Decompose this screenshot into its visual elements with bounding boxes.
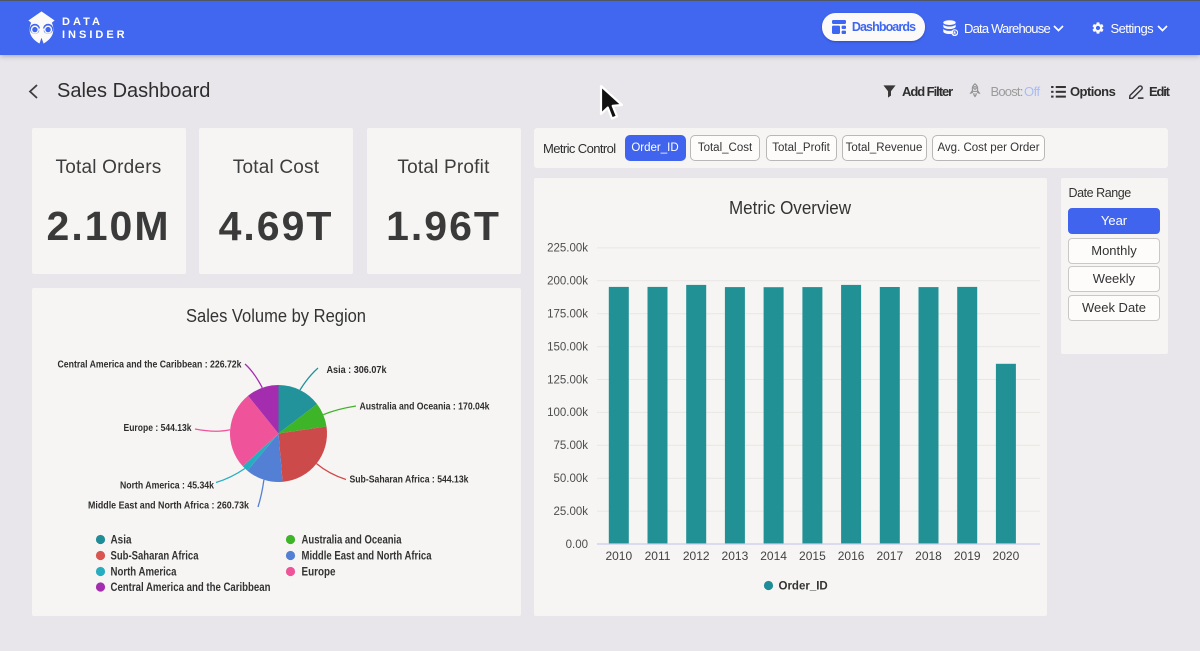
svg-text:Order_ID: Order_ID [779, 581, 828, 593]
svg-text:Central America and the Caribb: Central America and the Caribbean [110, 582, 270, 594]
svg-text:2018: 2018 [915, 549, 942, 563]
svg-text:Central America and the Caribb: Central America and the Caribbean : 226.… [57, 358, 241, 370]
svg-text:Sub-Saharan Africa: Sub-Saharan Africa [110, 550, 198, 562]
svg-text:25.00k: 25.00k [553, 506, 588, 518]
svg-text:125.00k: 125.00k [547, 374, 588, 386]
svg-text:2012: 2012 [683, 549, 710, 563]
svg-text:50.00k: 50.00k [553, 473, 588, 485]
svg-text:2015: 2015 [799, 549, 826, 563]
svg-text:Sub-Saharan Africa : 544.13k: Sub-Saharan Africa : 544.13k [349, 473, 468, 485]
svg-text:Sales Volume by Region: Sales Volume by Region [186, 306, 366, 326]
svg-text:2020: 2020 [993, 549, 1020, 563]
svg-text:Australia and Oceania: Australia and Oceania [301, 534, 401, 546]
svg-text:Metric Overview: Metric Overview [729, 198, 852, 218]
svg-text:Middle East and North Africa :: Middle East and North Africa : 260.73k [88, 499, 249, 511]
svg-text:North America: North America [110, 566, 176, 578]
svg-text:2013: 2013 [722, 549, 749, 563]
svg-text:Australia and Oceania : 170.04: Australia and Oceania : 170.04k [359, 400, 489, 412]
svg-text:0.00: 0.00 [566, 539, 588, 551]
svg-text:Middle East and North Africa: Middle East and North Africa [301, 550, 431, 562]
svg-text:75.00k: 75.00k [553, 440, 588, 452]
svg-text:2011: 2011 [645, 549, 671, 563]
svg-text:175.00k: 175.00k [547, 309, 588, 321]
svg-text:2019: 2019 [954, 549, 981, 563]
svg-text:150.00k: 150.00k [547, 341, 588, 353]
svg-text:Asia: Asia [110, 534, 132, 546]
svg-text:North America : 45.34k: North America : 45.34k [120, 479, 214, 491]
svg-text:Europe : 544.13k: Europe : 544.13k [123, 422, 191, 434]
svg-text:Europe: Europe [301, 566, 335, 578]
svg-text:2014: 2014 [760, 549, 787, 563]
svg-text:Asia : 306.07k: Asia : 306.07k [326, 363, 386, 375]
svg-text:200.00k: 200.00k [547, 276, 588, 288]
svg-text:100.00k: 100.00k [547, 407, 588, 419]
svg-text:2016: 2016 [838, 549, 865, 563]
svg-text:225.00k: 225.00k [547, 243, 588, 255]
svg-text:2017: 2017 [876, 549, 903, 563]
svg-text:2010: 2010 [605, 549, 632, 563]
